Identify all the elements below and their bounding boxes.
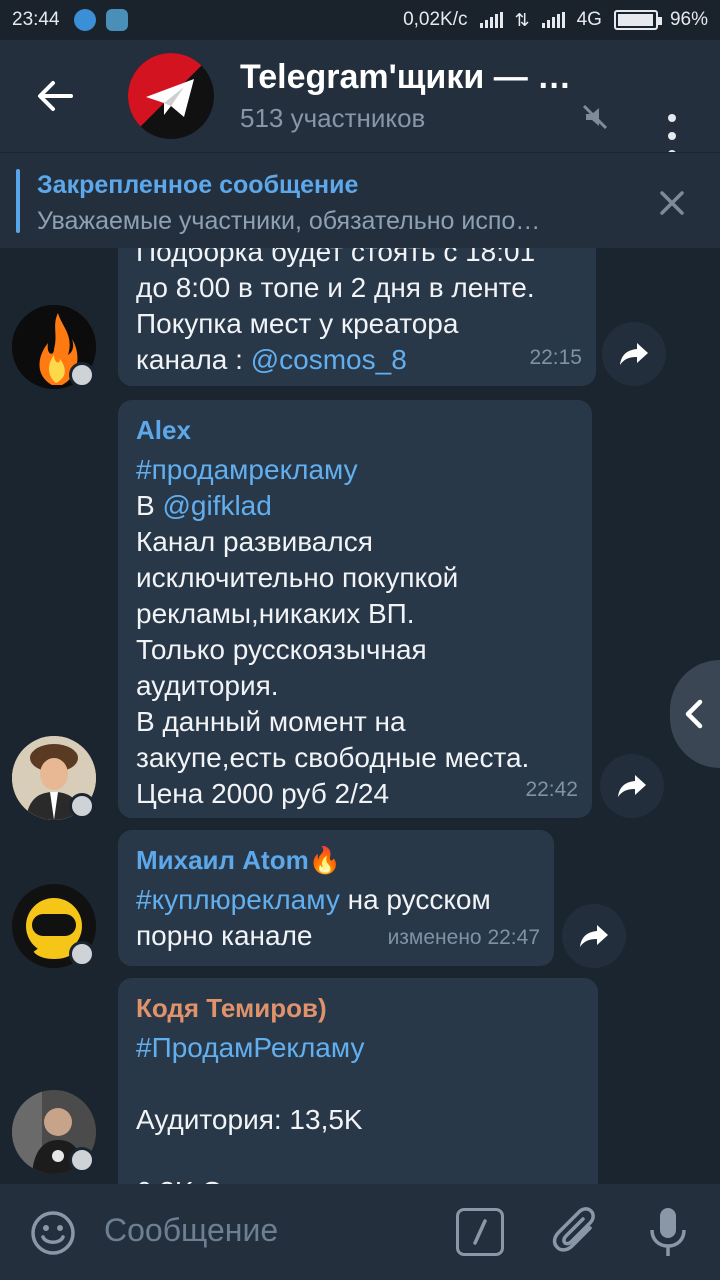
message-time: изменено 22:47	[387, 926, 540, 949]
app-notification-icon	[105, 9, 128, 31]
microphone-icon[interactable]	[648, 1206, 688, 1260]
close-pinned-button[interactable]	[650, 181, 694, 225]
message-line: аудитория.	[136, 670, 279, 701]
message-line	[136, 1138, 580, 1174]
side-panel-handle[interactable]	[670, 660, 720, 768]
share-arrow-icon	[618, 775, 646, 797]
net-speed: 0,02K/c	[403, 9, 468, 30]
battery-percent: 96%	[669, 9, 708, 30]
mention-link[interactable]: @cosmos_8	[251, 344, 407, 375]
message-line: В @gifklad	[136, 490, 272, 521]
close-icon	[660, 191, 684, 215]
message-author[interactable]: Михаил Atom🔥	[136, 842, 536, 878]
message-time: 22:42	[525, 778, 578, 801]
share-arrow-icon	[580, 925, 608, 947]
message-author[interactable]: Кодя Темиров)	[136, 990, 580, 1026]
back-arrow-icon	[38, 81, 73, 111]
message-line: #куплюрекламу на русском	[136, 884, 491, 915]
status-bar: 23:44 0,02K/c ⇅ 4G 96%	[0, 0, 720, 40]
online-badge	[69, 362, 95, 388]
battery-icon	[613, 10, 662, 30]
status-time: 23:44	[12, 9, 60, 30]
message-line: Подборка будет стоять с 18:01	[136, 248, 536, 267]
message-line: исключительно покупкой	[136, 562, 459, 593]
message-line: Покупка мест у креатора	[136, 308, 459, 339]
message-bubble[interactable]: Alex #продамрекламу В @gifklad Канал раз…	[118, 400, 592, 818]
chat-header: Telegram'щики — о… 513 участников	[0, 40, 720, 158]
message-composer: Сообщение	[0, 1184, 720, 1280]
muted-icon	[582, 104, 608, 130]
share-button[interactable]	[562, 904, 626, 968]
attach-icon[interactable]	[552, 1206, 600, 1258]
chevron-left-icon	[685, 699, 703, 729]
message-line: Цена 2000 руб 2/24	[136, 778, 390, 809]
message-line: В данный момент на	[136, 706, 406, 737]
share-arrow-icon	[620, 343, 648, 365]
group-avatar[interactable]	[128, 53, 214, 139]
signal-icon	[479, 12, 503, 28]
fire-emoji: 🔥	[308, 845, 342, 875]
chat-title[interactable]: Telegram'щики — о…	[240, 58, 590, 97]
network-type: 4G	[576, 9, 602, 30]
back-button[interactable]	[0, 40, 110, 152]
online-badge	[69, 941, 95, 967]
message-author[interactable]: Alex	[136, 412, 574, 448]
message-line: закупе,есть свободные места.	[136, 742, 530, 773]
message-line: Канал развивался	[136, 526, 373, 557]
message-line: рекламы,никаких ВП.	[136, 598, 415, 629]
message-line	[136, 1066, 580, 1102]
share-button[interactable]	[600, 754, 664, 818]
hashtag[interactable]: #куплюрекламу	[136, 884, 340, 915]
pinned-message[interactable]: Закрепленное сообщение Уважаемые участни…	[0, 152, 720, 248]
hashtag[interactable]: #ПродамРекламу	[136, 1030, 580, 1066]
pinned-accent-bar	[16, 169, 20, 233]
message-time: 22:15	[529, 346, 582, 369]
online-badge	[69, 793, 95, 819]
message-line: до 8:00 в топе и 2 дня в ленте.	[136, 272, 535, 303]
message-line: канала : @cosmos_8	[136, 344, 407, 375]
data-transfer-icon: ⇅	[514, 9, 530, 30]
hashtag[interactable]: #продамрекламу	[136, 452, 574, 488]
telegram-notification-icon	[73, 9, 96, 31]
message-line: Только русскоязычная	[136, 634, 427, 665]
pinned-text: Уважаемые участники, обязательно испо…	[37, 207, 541, 235]
bot-commands-button[interactable]	[456, 1208, 504, 1256]
signal-icon-2	[541, 12, 565, 28]
message-line: 6,3K Охват на пост	[136, 1174, 580, 1184]
message-bubble[interactable]: Михаил Atom🔥 #куплюрекламу на русском по…	[118, 830, 554, 966]
message-line: Аудитория: 13,5K	[136, 1104, 363, 1135]
message-bubble[interactable]: Кодя Темиров) #ПродамРекламу Аудитория: …	[118, 978, 598, 1184]
pinned-title: Закрепленное сообщение	[37, 171, 359, 199]
message-list[interactable]: Подборка будет стоять с 18:01 до 8:00 в …	[0, 248, 720, 1184]
message-bubble[interactable]: Подборка будет стоять с 18:01 до 8:00 в …	[118, 248, 596, 386]
message-input[interactable]: Сообщение	[104, 1212, 278, 1249]
mention-link[interactable]: @gifklad	[162, 490, 271, 521]
share-button[interactable]	[602, 322, 666, 386]
member-count: 513 участников	[240, 103, 426, 133]
emoji-icon[interactable]	[30, 1210, 76, 1256]
online-badge	[69, 1147, 95, 1173]
slash-command-icon	[473, 1219, 487, 1245]
